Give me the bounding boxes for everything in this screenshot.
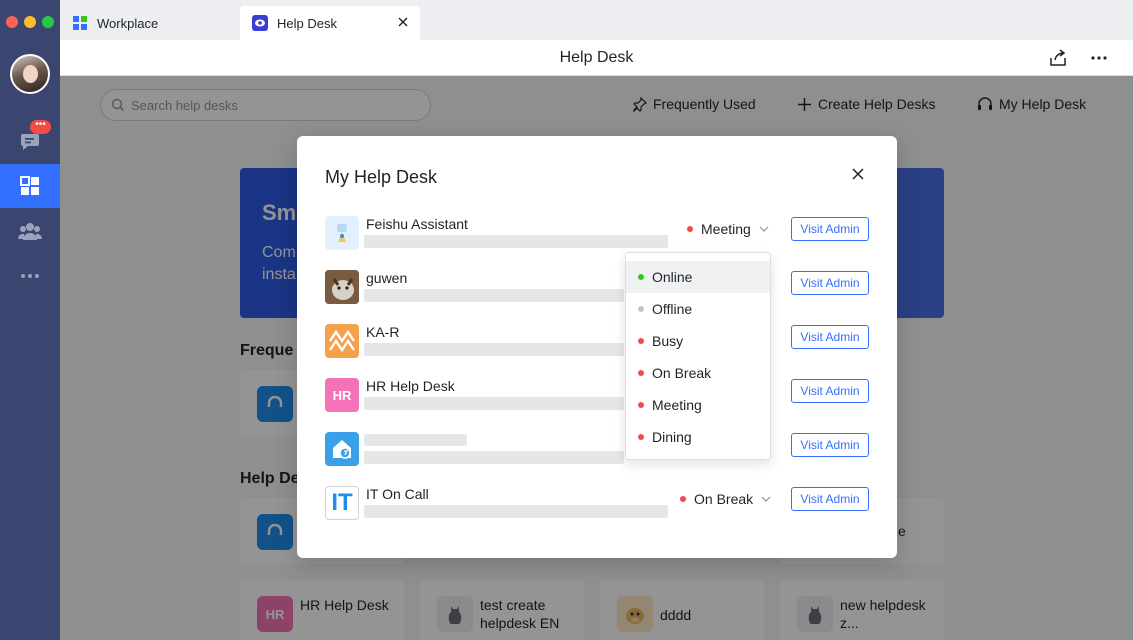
description-placeholder [364, 505, 668, 518]
description-placeholder [364, 235, 668, 248]
more-icon [21, 274, 39, 278]
tab-strip: Workplace Help Desk [60, 0, 1133, 40]
ka-r-logo-icon [325, 324, 359, 358]
window-close-button[interactable] [6, 16, 18, 28]
help-desk-name: Feishu Assistant [366, 216, 468, 232]
rail-more-button[interactable] [0, 254, 60, 298]
status-dot [638, 338, 644, 344]
rail-contacts-button[interactable] [0, 209, 60, 253]
description-placeholder [364, 343, 624, 356]
workplace-grid-icon [73, 16, 87, 30]
feishu-assistant-icon [325, 216, 359, 250]
description-placeholder [364, 289, 624, 302]
contacts-icon [18, 223, 42, 240]
visit-admin-button[interactable]: Visit Admin [791, 487, 869, 511]
window-zoom-button[interactable] [42, 16, 54, 28]
it-icon-text: IT [331, 489, 353, 516]
status-label: On Break [694, 491, 754, 507]
name-placeholder [364, 434, 467, 446]
rail-workplace-button[interactable] [0, 164, 60, 208]
house-help-icon [325, 432, 359, 466]
description-placeholder [364, 451, 624, 464]
user-avatar[interactable] [10, 54, 50, 94]
chat-unread-badge: ••• [30, 120, 51, 134]
my-help-desk-dialog: My Help Desk Feishu Assistant Meeting Vi… [297, 136, 897, 558]
option-label: Busy [652, 333, 684, 349]
hr-help-desk-icon: HR [325, 378, 359, 412]
close-icon[interactable] [850, 166, 866, 182]
help-desk-row: Feishu Assistant Meeting Visit Admin [325, 216, 870, 252]
more-options-icon[interactable] [1089, 48, 1109, 68]
help-desk-name: HR Help Desk [366, 378, 455, 394]
status-dot [680, 496, 686, 502]
option-label: Dining [652, 429, 692, 445]
workplace-icon [20, 176, 39, 195]
status-dot [638, 434, 644, 440]
help-desk-row: Visit Admin [325, 432, 870, 468]
tab-help-desk[interactable]: Help Desk [240, 6, 420, 40]
help-desk-name: KA-R [366, 324, 400, 340]
hr-icon-text: HR [332, 387, 352, 403]
description-placeholder [364, 397, 624, 410]
status-option-busy[interactable]: Busy [626, 325, 770, 357]
status-option-meeting[interactable]: Meeting [626, 389, 770, 421]
status-dot [638, 274, 644, 280]
help-desk-name: IT On Call [366, 486, 429, 502]
option-label: Offline [652, 301, 693, 317]
status-option-offline[interactable]: Offline [626, 293, 770, 325]
option-label: On Break [652, 365, 712, 381]
dialog-title: My Help Desk [325, 167, 438, 187]
visit-admin-button[interactable]: Visit Admin [791, 379, 869, 403]
status-selector[interactable]: Meeting [687, 221, 769, 237]
status-option-dining[interactable]: Dining [626, 421, 770, 453]
visit-admin-button[interactable]: Visit Admin [791, 433, 869, 457]
help-desk-name: guwen [366, 270, 408, 286]
status-dot [638, 370, 644, 376]
tab-label: Help Desk [277, 15, 337, 31]
it-on-call-icon: IT [325, 486, 359, 520]
status-dot [687, 226, 693, 232]
chevron-down-icon [761, 496, 771, 502]
tab-workplace[interactable]: Workplace [72, 6, 237, 40]
help-desk-eye-icon [252, 15, 268, 31]
help-desk-row: HR HR Help Desk Visit Admin [325, 378, 870, 414]
visit-admin-button[interactable]: Visit Admin [791, 325, 869, 349]
status-dropdown-menu: Online Offline Busy On Break Meeting Din… [625, 252, 771, 460]
window-minimize-button[interactable] [24, 16, 36, 28]
status-option-on-break[interactable]: On Break [626, 357, 770, 389]
visit-admin-button[interactable]: Visit Admin [791, 217, 869, 241]
option-label: Online [652, 269, 693, 285]
option-label: Meeting [652, 397, 702, 413]
cat-avatar-icon [325, 270, 359, 304]
status-dot [638, 306, 644, 312]
left-rail: ••• [0, 0, 60, 640]
close-icon[interactable] [396, 15, 410, 29]
chevron-down-icon [759, 226, 769, 232]
help-desk-row: IT IT On Call On Break Visit Admin [325, 486, 870, 522]
visit-admin-button[interactable]: Visit Admin [791, 271, 869, 295]
title-bar: Help Desk [60, 40, 1133, 76]
share-icon[interactable] [1048, 48, 1068, 68]
tab-label: Workplace [97, 15, 159, 31]
page-title: Help Desk [559, 49, 634, 66]
status-dot [638, 402, 644, 408]
help-desk-row: guwen Visit Admin [325, 270, 870, 306]
help-desk-row: KA-R Visit Admin [325, 324, 870, 360]
status-option-online[interactable]: Online [626, 261, 770, 293]
status-label: Meeting [701, 221, 751, 237]
status-selector[interactable]: On Break [680, 491, 771, 507]
